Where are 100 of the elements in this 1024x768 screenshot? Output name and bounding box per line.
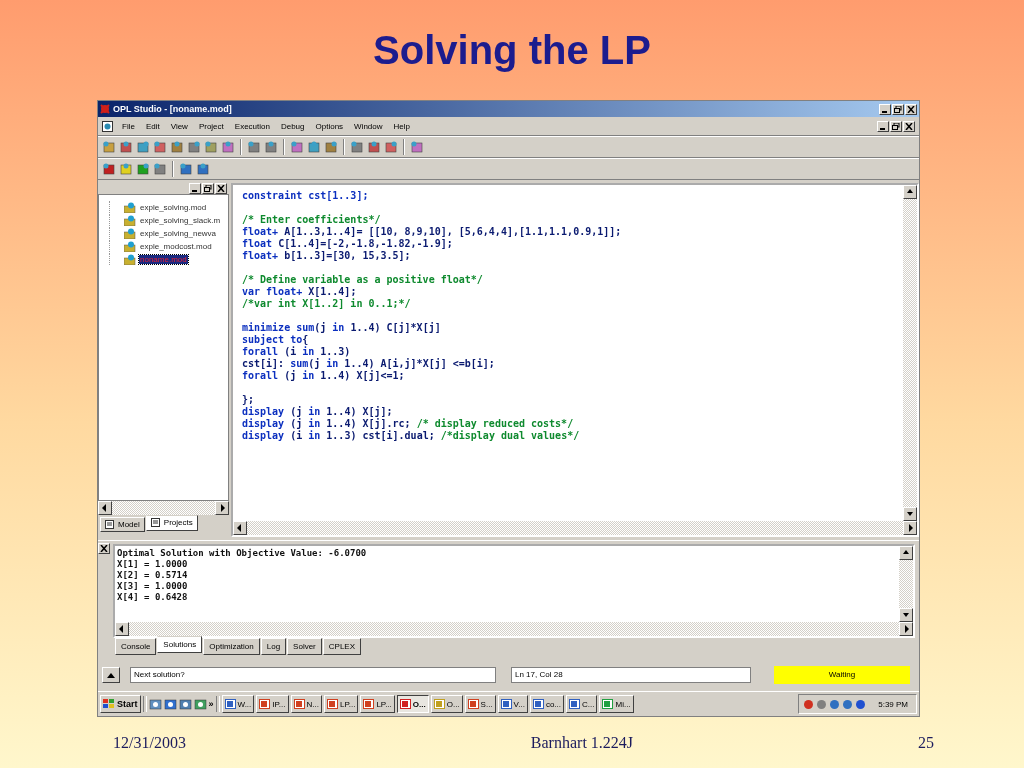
minimize-button[interactable] xyxy=(877,120,889,132)
tool-button[interactable] xyxy=(179,162,193,176)
tool-button[interactable] xyxy=(367,140,381,154)
output-tab[interactable]: Optimization xyxy=(203,638,260,655)
tray-icon xyxy=(803,698,815,710)
tool-button[interactable] xyxy=(350,140,364,154)
output-tab[interactable]: Solutions xyxy=(157,636,203,653)
restore-button[interactable] xyxy=(892,103,904,115)
quick-launch-button[interactable] xyxy=(178,697,192,711)
taskbar-button[interactable]: O... xyxy=(396,695,429,713)
tool-icon xyxy=(136,140,150,154)
output-tab[interactable]: Log xyxy=(260,638,287,655)
minimize-button[interactable] xyxy=(189,183,201,194)
tool-button[interactable] xyxy=(307,140,321,154)
minimize-button[interactable] xyxy=(879,103,891,115)
tray-icon xyxy=(816,698,828,710)
taskbar-button[interactable]: LP... xyxy=(360,695,395,713)
menu-item[interactable]: Window xyxy=(352,120,385,132)
tool-icon xyxy=(221,140,235,154)
close-button[interactable] xyxy=(905,103,917,115)
menu-item[interactable]: View xyxy=(168,120,190,132)
menu-item[interactable]: Execution xyxy=(232,120,272,132)
tool-button[interactable] xyxy=(247,140,261,154)
scroll-arrow-button[interactable] xyxy=(899,546,913,560)
status-indicator: Waiting xyxy=(774,665,910,684)
taskbar-button[interactable]: O... xyxy=(430,695,463,713)
horizontal-scrollbar[interactable] xyxy=(233,521,917,535)
position-field: Ln 17, Col 28 xyxy=(511,666,751,683)
tool-button[interactable] xyxy=(136,162,150,176)
more-button[interactable]: » xyxy=(208,699,214,709)
menu-item[interactable]: Debug xyxy=(278,120,307,132)
scroll-arrow-button[interactable] xyxy=(215,501,229,515)
taskbar-button[interactable]: W... xyxy=(221,695,255,713)
window-icon xyxy=(433,699,445,709)
menu-item[interactable]: File xyxy=(120,120,137,132)
slide-title: Solving the LP xyxy=(372,26,652,74)
panel-tab[interactable]: Model xyxy=(100,517,145,532)
taskbar-button[interactable]: Mi... xyxy=(599,695,634,713)
code-line: display (i in 1..3) cst[i].dual; /*display dual values*/ xyxy=(242,430,581,442)
code-line: display (j in 1..4) X[j].rc; /* display reduced costs*/ xyxy=(242,418,575,430)
taskbar-button[interactable]: co... xyxy=(529,695,564,713)
close-button[interactable] xyxy=(98,543,110,554)
scroll-arrow-button[interactable] xyxy=(903,507,917,521)
scroll-arrow-button[interactable] xyxy=(899,608,913,622)
scroll-arrow-button[interactable] xyxy=(903,521,917,535)
tool-button[interactable] xyxy=(196,162,210,176)
menu-item[interactable]: Help xyxy=(391,120,412,132)
output-tab[interactable]: Console xyxy=(115,638,157,655)
tool-button[interactable] xyxy=(153,162,167,176)
panel-tab[interactable]: Projects xyxy=(145,515,198,531)
scroll-arrow-button[interactable] xyxy=(899,622,913,636)
taskbar-button[interactable]: LP... xyxy=(323,695,359,713)
tool-button[interactable] xyxy=(187,140,201,154)
tool-button[interactable] xyxy=(290,140,304,154)
vertical-scrollbar[interactable] xyxy=(899,546,913,622)
tree-item[interactable]: exple_solving.mod xyxy=(139,202,208,212)
taskbar-button[interactable]: V... xyxy=(497,695,528,713)
taskbar-button[interactable]: IP... xyxy=(256,695,289,713)
tool-button[interactable] xyxy=(153,140,167,154)
tool-button[interactable] xyxy=(119,140,133,154)
tree-item[interactable]: exple_solving_slack.m xyxy=(139,215,222,225)
output-tab[interactable]: CPLEX xyxy=(322,638,362,655)
code-line: constraint cst[1..3]; xyxy=(242,190,370,202)
tool-button[interactable] xyxy=(204,140,218,154)
taskbar-button[interactable]: S... xyxy=(464,695,496,713)
tool-button[interactable] xyxy=(170,140,184,154)
close-button[interactable] xyxy=(215,183,227,194)
horizontal-scrollbar[interactable] xyxy=(115,622,913,636)
tool-button[interactable] xyxy=(136,140,150,154)
tree-item[interactable]: exple_modcost.mod xyxy=(139,241,213,251)
taskbar-button[interactable]: C... xyxy=(566,695,598,713)
tool-button[interactable] xyxy=(102,162,116,176)
horizontal-scrollbar[interactable] xyxy=(98,501,229,515)
vertical-scrollbar[interactable] xyxy=(903,185,917,521)
tool-button[interactable] xyxy=(324,140,338,154)
close-icon xyxy=(100,545,108,552)
tool-button[interactable] xyxy=(264,140,278,154)
taskbar-button[interactable]: N... xyxy=(290,695,322,713)
menu-item[interactable]: Edit xyxy=(143,120,162,132)
close-button[interactable] xyxy=(903,120,915,132)
scroll-arrow-button[interactable] xyxy=(903,185,917,199)
quick-launch-button[interactable] xyxy=(193,697,207,711)
scroll-arrow-button[interactable] xyxy=(98,501,112,515)
tool-button[interactable] xyxy=(410,140,424,154)
start-button[interactable]: Start xyxy=(100,695,141,713)
quick-launch-button[interactable] xyxy=(148,697,162,711)
quick-launch-button[interactable] xyxy=(163,697,177,711)
output-tab[interactable]: Solver xyxy=(287,638,322,655)
tool-button[interactable] xyxy=(384,140,398,154)
tool-icon xyxy=(350,140,364,154)
scroll-arrow-button[interactable] xyxy=(115,622,129,636)
expand-button[interactable] xyxy=(102,666,120,683)
scroll-arrow-button[interactable] xyxy=(233,521,247,535)
tool-button[interactable] xyxy=(221,140,235,154)
menu-item[interactable]: Options xyxy=(313,120,346,132)
menu-item[interactable]: Project xyxy=(196,120,226,132)
restore-button[interactable] xyxy=(202,183,214,194)
restore-button[interactable] xyxy=(890,120,902,132)
tree-item[interactable]: exple_solving_newva xyxy=(139,228,218,238)
app-icon xyxy=(100,104,110,114)
